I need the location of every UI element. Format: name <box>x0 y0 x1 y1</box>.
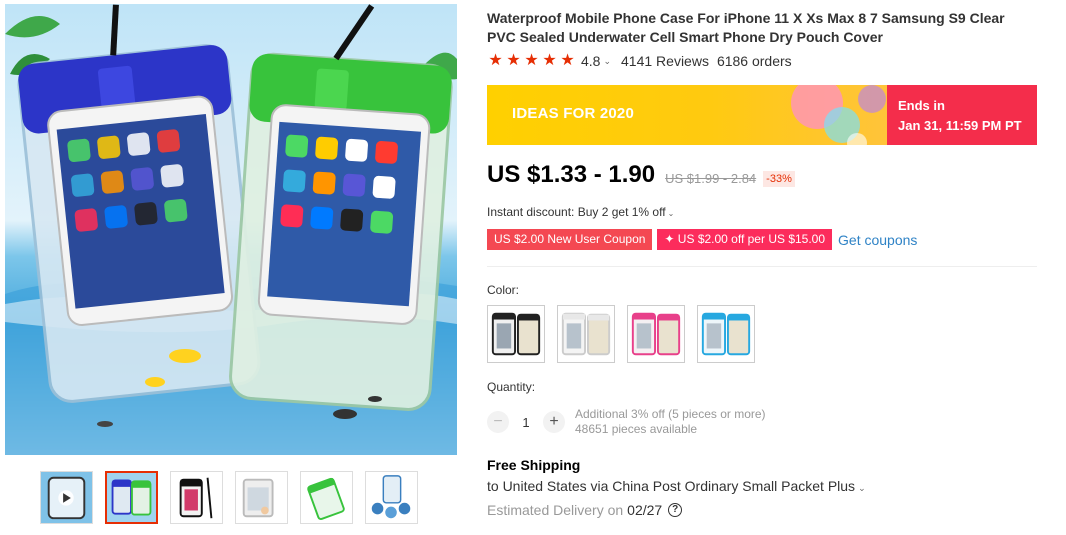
orders-count: 6186 orders <box>716 53 792 69</box>
color-option-blue[interactable] <box>697 305 755 363</box>
delivery-label: Estimated Delivery on <box>487 502 624 518</box>
stock-available-text: 48651 pieces available <box>575 422 698 436</box>
quantity-info: Additional 3% off (5 pieces or more) 486… <box>575 407 766 437</box>
instant-discount[interactable]: Instant discount: Buy 2 get 1% off ⌄ <box>487 205 674 219</box>
star-icon: ★ <box>524 52 539 69</box>
promo-countdown: Ends in Jan 31, 11:59 PM PT <box>887 85 1037 145</box>
quantity-label: Quantity: <box>487 380 536 394</box>
thumbnail-green-pouch-size[interactable] <box>300 471 353 524</box>
get-coupons-link[interactable]: Get coupons <box>838 232 917 248</box>
star-icon: ★ <box>542 52 557 69</box>
discount-badge: -33% <box>763 171 795 187</box>
promo-banner-text: IDEAS FOR 2020 <box>512 105 635 122</box>
thumbnail-video[interactable] <box>40 471 93 524</box>
current-price: US $1.33 - 1.90 <box>487 161 656 188</box>
ends-in-label: Ends in <box>898 98 945 113</box>
main-product-image[interactable] <box>5 4 457 455</box>
quantity-input[interactable]: 1 <box>509 415 543 430</box>
ends-in-time: Jan 31, 11:59 PM PT <box>898 118 1022 133</box>
star-icon: ★ <box>488 52 503 69</box>
chevron-down-icon: ⌄ <box>667 209 675 218</box>
original-price: US $1.99 - 2.84 <box>665 171 757 186</box>
reviews-count[interactable]: 4141 Reviews <box>621 53 709 69</box>
help-icon[interactable]: ? <box>668 503 683 517</box>
phone-pouches-illustration <box>5 4 457 455</box>
delivery-date: 02/27 <box>627 502 663 518</box>
new-user-coupon[interactable]: US $2.00 New User Coupon <box>487 229 653 250</box>
bulk-discount-text: Additional 3% off (5 pieces or more) <box>575 407 766 421</box>
star-icon: ★ <box>560 52 575 69</box>
thumbnail-white-pouch[interactable] <box>235 471 288 524</box>
coupon-row: US $2.00 New User Coupon ✦ US $2.00 off … <box>487 229 917 250</box>
shipping-method[interactable]: to United States via China Post Ordinary… <box>487 478 866 494</box>
color-option-white[interactable] <box>557 305 615 363</box>
price-row: US $1.33 - 1.90 US $1.99 - 2.84 -33% <box>487 160 795 190</box>
color-option-pink[interactable] <box>627 305 685 363</box>
store-coupon[interactable]: ✦ US $2.00 off per US $15.00 <box>657 229 833 250</box>
rating-stars: ★ ★ ★ ★ ★ <box>487 53 576 69</box>
color-option-black[interactable] <box>487 305 545 363</box>
star-icon: ★ <box>506 52 521 69</box>
quantity-stepper: − 1 + Additional 3% off (5 pieces or mor… <box>487 407 766 437</box>
quantity-plus-button[interactable]: + <box>543 411 565 433</box>
free-shipping-title: Free Shipping <box>487 457 581 473</box>
shipping-destination-text: to United States via China Post Ordinary… <box>487 478 856 494</box>
chevron-down-icon[interactable]: ⌄ <box>603 56 611 67</box>
rating-value[interactable]: 4.8 <box>581 53 600 69</box>
instant-discount-text: Instant discount: Buy 2 get 1% off <box>487 205 666 219</box>
product-title: Waterproof Mobile Phone Case For iPhone … <box>487 10 1005 45</box>
chevron-down-icon: ⌄ <box>858 483 866 493</box>
thumbnail-blue-green-pouches[interactable] <box>105 471 158 524</box>
thumbnail-black-pouch[interactable] <box>170 471 223 524</box>
estimated-delivery: Estimated Delivery on 02/27 ? <box>487 502 683 518</box>
quantity-minus-button[interactable]: − <box>487 411 509 433</box>
promo-banner[interactable]: IDEAS FOR 2020 Ends in Jan 31, 11:59 PM … <box>487 85 1037 145</box>
color-label: Color: <box>487 283 520 297</box>
thumbnail-features[interactable] <box>365 471 418 524</box>
divider <box>487 266 1037 267</box>
rating-row: ★ ★ ★ ★ ★ 4.8 ⌄ 4141 Reviews 6186 orders <box>487 52 792 70</box>
